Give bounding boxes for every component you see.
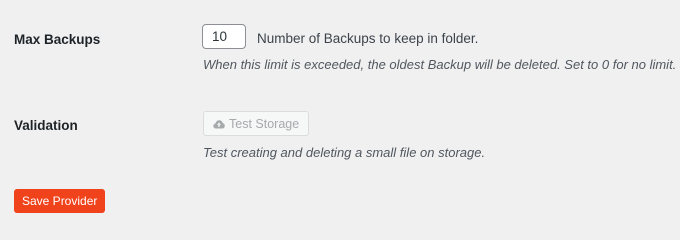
max-backups-inline-description: Number of Backups to keep in folder.: [257, 31, 479, 46]
max-backups-description: When this limit is exceeded, the oldest …: [203, 57, 677, 72]
max-backups-label: Max Backups: [14, 32, 101, 47]
max-backups-input[interactable]: [202, 24, 246, 49]
validation-description: Test creating and deleting a small file …: [203, 145, 486, 160]
validation-label: Validation: [14, 118, 78, 133]
cloud-upload-icon: [213, 119, 225, 129]
save-provider-button[interactable]: Save Provider: [14, 189, 106, 213]
test-storage-button-label: Test Storage: [229, 116, 300, 131]
test-storage-button[interactable]: Test Storage: [203, 111, 310, 136]
provider-settings-form: Max Backups Number of Backups to keep in…: [0, 0, 680, 237]
